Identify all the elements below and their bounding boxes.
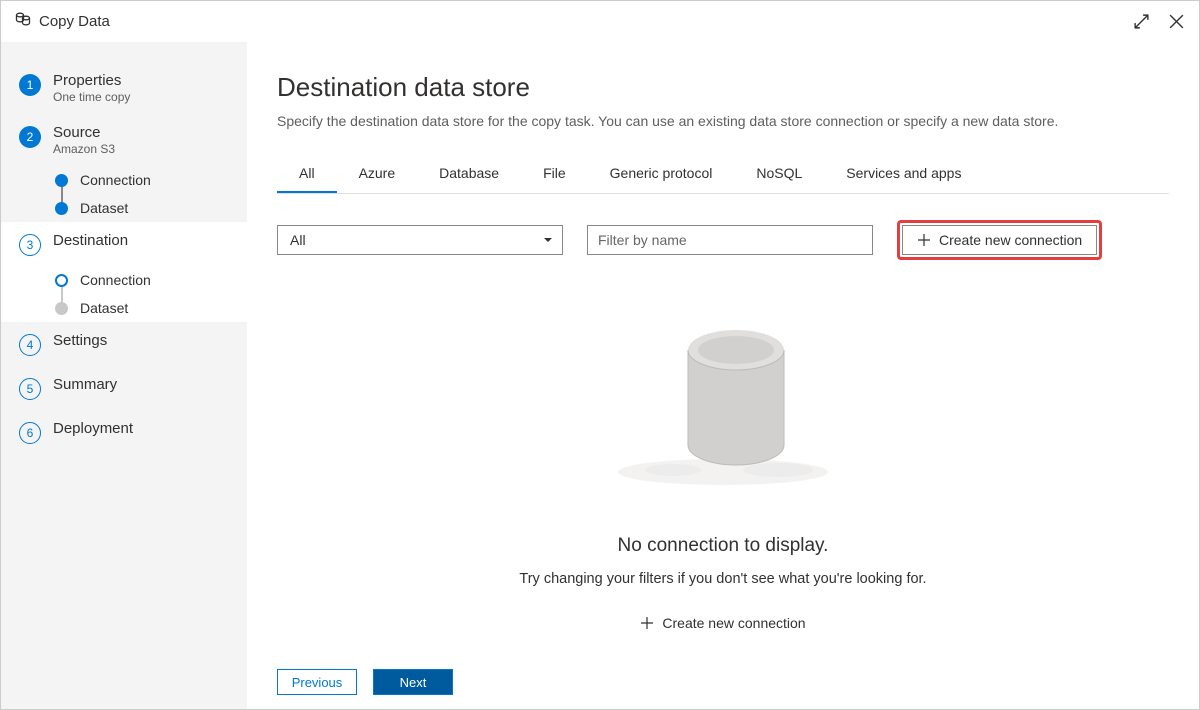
close-icon[interactable] bbox=[1168, 13, 1185, 30]
tab-generic-protocol[interactable]: Generic protocol bbox=[588, 157, 735, 193]
expand-icon[interactable] bbox=[1133, 13, 1150, 30]
empty-state-title: No connection to display. bbox=[618, 535, 829, 557]
create-new-connection-button[interactable]: Create new connection bbox=[902, 225, 1097, 255]
filter-input[interactable] bbox=[587, 225, 873, 255]
chevron-down-icon bbox=[542, 234, 554, 246]
title-bar: Copy Data bbox=[1, 1, 1199, 42]
database-illustration bbox=[613, 310, 833, 495]
substep-dot bbox=[55, 202, 68, 215]
highlight-annotation: Create new connection bbox=[897, 220, 1102, 260]
create-button-label: Create new connection bbox=[939, 232, 1082, 248]
step-subtitle: One time copy bbox=[53, 90, 130, 104]
step-properties[interactable]: 1 Properties One time copy bbox=[1, 62, 247, 114]
step-title: Source bbox=[53, 124, 115, 141]
step-number: 6 bbox=[19, 422, 41, 444]
step-title: Destination bbox=[53, 232, 128, 249]
plus-icon bbox=[640, 616, 654, 630]
wizard-sidebar: 1 Properties One time copy 2 Source Amaz… bbox=[1, 42, 247, 709]
step-source[interactable]: 2 Source Amazon S3 bbox=[1, 114, 247, 166]
step-summary[interactable]: 5 Summary bbox=[1, 366, 247, 410]
substep-label: Connection bbox=[80, 172, 151, 188]
substep-label: Dataset bbox=[80, 200, 128, 216]
substep-source-dataset[interactable]: Dataset bbox=[55, 194, 247, 222]
substep-destination-dataset[interactable]: Dataset bbox=[55, 294, 247, 322]
substep-destination-connection[interactable]: Connection bbox=[55, 266, 247, 294]
tab-services-apps[interactable]: Services and apps bbox=[824, 157, 983, 193]
previous-button[interactable]: Previous bbox=[277, 669, 357, 695]
step-deployment[interactable]: 6 Deployment bbox=[1, 410, 247, 454]
category-dropdown[interactable]: All bbox=[277, 225, 563, 255]
window-title: Copy Data bbox=[39, 13, 110, 30]
page-title: Destination data store bbox=[277, 72, 1169, 103]
substep-source-connection[interactable]: Connection bbox=[55, 166, 247, 194]
substep-label: Connection bbox=[80, 272, 151, 288]
substep-dot bbox=[55, 174, 68, 187]
dropdown-value: All bbox=[290, 232, 306, 248]
empty-state-subtitle: Try changing your filters if you don't s… bbox=[519, 571, 926, 587]
tab-all[interactable]: All bbox=[277, 157, 337, 193]
step-number: 1 bbox=[19, 74, 41, 96]
tab-file[interactable]: File bbox=[521, 157, 588, 193]
page-description: Specify the destination data store for t… bbox=[277, 113, 1169, 129]
step-number: 3 bbox=[19, 234, 41, 256]
category-tabs: All Azure Database File Generic protocol… bbox=[277, 157, 1169, 194]
substep-dot bbox=[55, 302, 68, 315]
tab-nosql[interactable]: NoSQL bbox=[734, 157, 824, 193]
main-content: Destination data store Specify the desti… bbox=[247, 42, 1199, 709]
empty-create-connection-button[interactable]: Create new connection bbox=[630, 611, 815, 635]
step-number: 5 bbox=[19, 378, 41, 400]
step-number: 4 bbox=[19, 334, 41, 356]
step-number: 2 bbox=[19, 126, 41, 148]
step-subtitle: Amazon S3 bbox=[53, 142, 115, 156]
next-button[interactable]: Next bbox=[373, 669, 453, 695]
substep-dot bbox=[55, 274, 68, 287]
tab-database[interactable]: Database bbox=[417, 157, 521, 193]
step-destination[interactable]: 3 Destination bbox=[1, 222, 247, 266]
plus-icon bbox=[917, 233, 931, 247]
step-settings[interactable]: 4 Settings bbox=[1, 322, 247, 366]
step-title: Settings bbox=[53, 332, 107, 349]
empty-state: No connection to display. Try changing y… bbox=[277, 300, 1169, 649]
substep-label: Dataset bbox=[80, 300, 128, 316]
step-title: Summary bbox=[53, 376, 117, 393]
empty-create-label: Create new connection bbox=[662, 615, 805, 631]
step-title: Deployment bbox=[53, 420, 133, 437]
tab-azure[interactable]: Azure bbox=[337, 157, 418, 193]
copy-data-icon bbox=[15, 11, 31, 32]
step-title: Properties bbox=[53, 72, 130, 89]
footer-buttons: Previous Next bbox=[277, 649, 1169, 695]
